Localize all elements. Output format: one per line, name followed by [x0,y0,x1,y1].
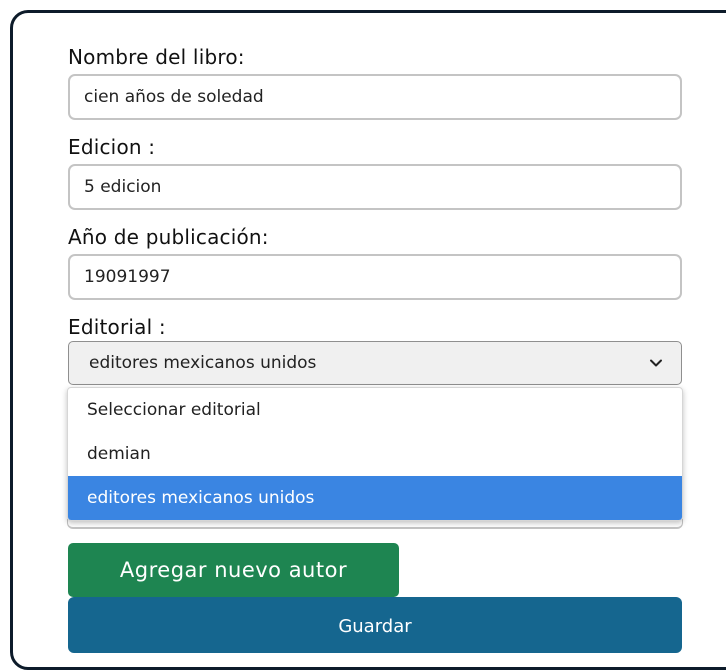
publisher-label: Editorial : [68,315,166,339]
publisher-option-editores-mexicanos-unidos[interactable]: editores mexicanos unidos [68,476,682,520]
book-name-input[interactable] [68,74,682,120]
publisher-option-demian[interactable]: demian [68,432,682,476]
chevron-down-icon [650,359,662,367]
edition-input[interactable] [68,164,682,210]
year-input[interactable] [68,254,682,300]
publisher-option-placeholder[interactable]: Seleccionar editorial [68,388,682,432]
publisher-dropdown-list: Seleccionar editorial demian editores me… [67,387,683,521]
publisher-select[interactable]: editores mexicanos unidos [68,341,682,385]
add-author-button[interactable]: Agregar nuevo autor [68,543,399,597]
book-name-label: Nombre del libro: [68,45,245,69]
save-button[interactable]: Guardar [68,597,682,653]
year-label: Año de publicación: [68,225,269,249]
publisher-select-value: editores mexicanos unidos [89,353,317,373]
edition-label: Edicion : [68,135,156,159]
